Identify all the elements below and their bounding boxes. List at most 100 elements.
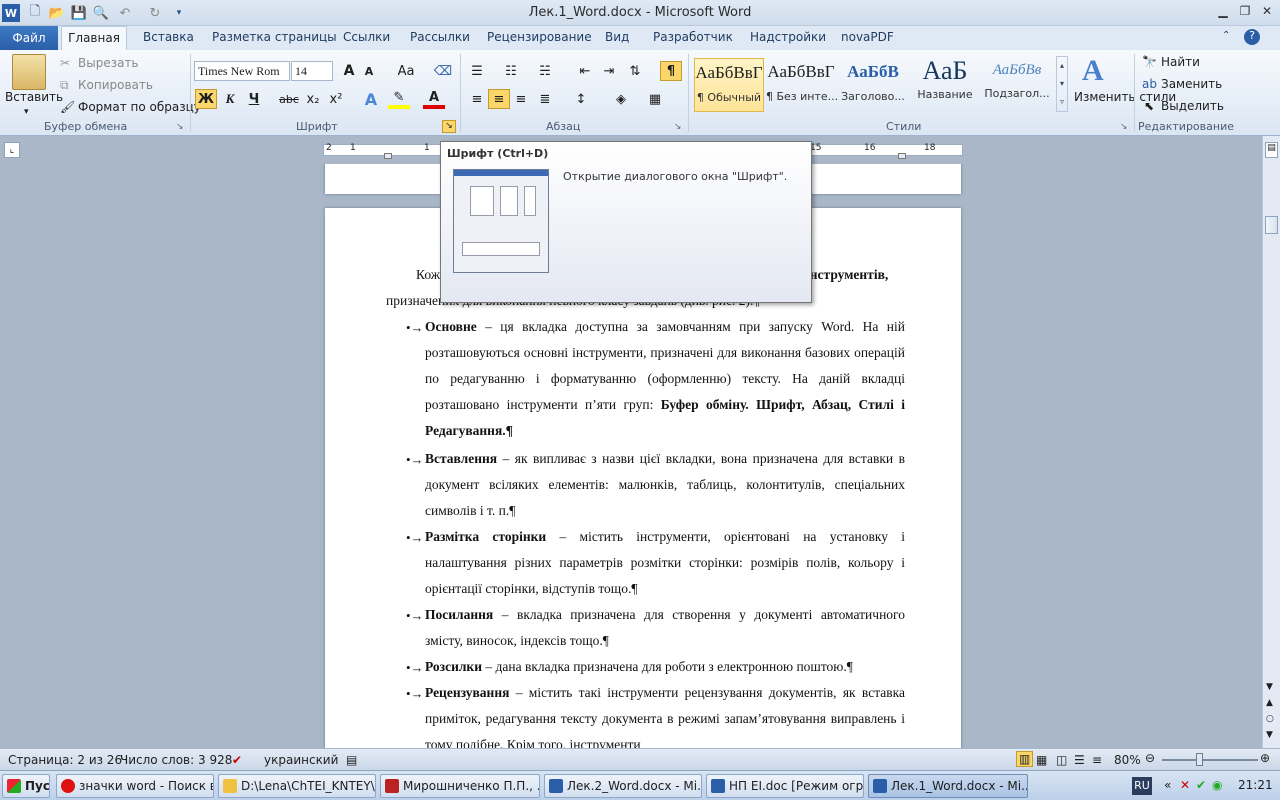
full-screen-reading-icon[interactable]: ▦ xyxy=(1036,753,1047,767)
macro-record-icon[interactable]: ▤ xyxy=(346,753,357,767)
tab-page-layout[interactable]: Разметка страницы xyxy=(212,30,337,44)
show-formatting-marks-button[interactable]: ¶ xyxy=(660,61,682,81)
cut-button[interactable]: Вырезать xyxy=(78,56,139,70)
paste-dropdown-icon[interactable]: ▾ xyxy=(24,107,29,117)
align-right-icon[interactable]: ≡ xyxy=(510,89,532,109)
start-button[interactable]: Пуск xyxy=(2,774,50,798)
zoom-level[interactable]: 80% xyxy=(1114,753,1141,767)
taskbar-item-word-np[interactable]: НП ЕІ.doc [Режим огр... xyxy=(706,774,864,798)
close-button[interactable]: ✕ xyxy=(1256,4,1278,22)
shrink-font-icon[interactable]: A xyxy=(358,61,380,81)
tab-mailings[interactable]: Рассылки xyxy=(410,30,470,44)
style-normal[interactable]: АаБбВвГ ¶ Обычный xyxy=(694,58,764,112)
help-icon[interactable]: ? xyxy=(1244,29,1260,45)
style-subtitle[interactable]: АаБбВв Подзагол... xyxy=(982,58,1052,112)
bold-button[interactable]: Ж xyxy=(195,89,217,109)
replace-icon[interactable]: ab xyxy=(1142,77,1157,91)
change-case-icon[interactable]: Aa xyxy=(392,61,420,81)
restore-button[interactable]: ❐ xyxy=(1234,4,1256,22)
taskbar-item-word-lek2[interactable]: Лек.2_Word.docx - Mi... xyxy=(544,774,702,798)
scrollbar-thumb[interactable] xyxy=(1265,216,1278,234)
style-no-spacing[interactable]: АаБбВвГ ¶ Без инте... xyxy=(766,58,838,112)
numbering-icon[interactable]: ☷ xyxy=(500,61,522,81)
font-dialog-launcher-icon[interactable]: ↘ xyxy=(442,120,456,133)
superscript-button[interactable]: x² xyxy=(325,89,347,109)
increase-indent-icon[interactable]: ⇥ xyxy=(598,61,620,81)
change-styles-icon[interactable]: A xyxy=(1082,54,1104,88)
scroll-down-icon[interactable]: ▼ xyxy=(1266,682,1273,692)
find-icon[interactable]: 🔭 xyxy=(1142,55,1157,69)
copy-button[interactable]: Копировать xyxy=(78,78,153,92)
tab-view[interactable]: Вид xyxy=(605,30,629,44)
previous-page-icon[interactable]: ▲ xyxy=(1266,698,1273,708)
tray-check-icon[interactable]: ✔ xyxy=(1196,778,1206,792)
find-button[interactable]: Найти xyxy=(1161,55,1200,69)
page-count[interactable]: Страница: 2 из 26 xyxy=(8,753,122,767)
browse-object-icon[interactable]: ○ xyxy=(1266,714,1274,724)
zoom-slider[interactable] xyxy=(1162,759,1258,761)
taskbar-item-pdf[interactable]: Мирошниченко П.П., ... xyxy=(380,774,540,798)
font-name-input[interactable]: Times New Rom xyxy=(194,61,290,81)
style-heading-1[interactable]: АаБбВ Заголово... xyxy=(838,58,908,112)
select-icon[interactable]: ⬉ xyxy=(1144,99,1154,113)
tab-selector-icon[interactable]: ⌞ xyxy=(4,142,20,158)
minimize-ribbon-icon[interactable]: ⌃ xyxy=(1222,30,1230,41)
clock[interactable]: 21:21 xyxy=(1238,778,1273,792)
tray-security-icon[interactable]: ◉ xyxy=(1212,778,1222,792)
grow-font-icon[interactable]: A xyxy=(338,61,360,81)
zoom-in-icon[interactable]: ⊕ xyxy=(1260,751,1270,765)
draft-view-icon[interactable]: ≡ xyxy=(1092,753,1102,767)
clipboard-launcher-icon[interactable]: ↘ xyxy=(176,122,184,132)
print-layout-view-icon[interactable]: ▥ xyxy=(1016,751,1034,767)
taskbar-item-word-lek1[interactable]: Лек.1_Word.docx - Mi... xyxy=(868,774,1028,798)
font-size-input[interactable]: 14 xyxy=(291,61,333,81)
format-painter-button[interactable]: Формат по образцу xyxy=(78,100,201,114)
word-count[interactable]: Число слов: 3 928 xyxy=(120,753,232,767)
next-page-icon[interactable]: ▼ xyxy=(1266,730,1273,740)
underline-button[interactable]: Ч xyxy=(243,89,265,109)
paste-button[interactable]: Вставить xyxy=(5,90,63,104)
vertical-scrollbar[interactable]: ▤ ▼ ▲ ○ ▼ xyxy=(1262,136,1280,748)
clear-formatting-icon[interactable]: ⌫ xyxy=(432,61,454,81)
tab-review[interactable]: Рецензирование xyxy=(487,30,592,44)
web-layout-icon[interactable]: ◫ xyxy=(1056,753,1067,767)
tab-home[interactable]: Главная xyxy=(61,26,127,51)
tab-developer[interactable]: Разработчик xyxy=(653,30,733,44)
bullets-icon[interactable]: ☰ xyxy=(466,61,488,81)
styles-gallery-scroll[interactable]: ▴ ▾ ▿ xyxy=(1056,56,1068,112)
shading-icon[interactable]: ◈ xyxy=(610,89,632,109)
language-indicator[interactable]: украинский xyxy=(264,753,338,767)
multilevel-list-icon[interactable]: ☵ xyxy=(534,61,556,81)
proofing-icon[interactable]: ✔ xyxy=(232,753,242,767)
replace-button[interactable]: Заменить xyxy=(1161,77,1222,91)
style-title[interactable]: АаБ Название xyxy=(910,56,980,112)
italic-button[interactable]: К xyxy=(219,89,241,109)
zoom-slider-thumb[interactable] xyxy=(1196,753,1203,766)
tab-insert[interactable]: Вставка xyxy=(143,30,194,44)
taskbar-item-opera[interactable]: значки word - Поиск в... xyxy=(56,774,214,798)
tab-novapdf[interactable]: novaPDF xyxy=(841,30,894,44)
highlight-color-icon[interactable]: ✎ xyxy=(388,89,410,109)
copy-icon[interactable]: ⧉ xyxy=(60,78,69,93)
styles-launcher-icon[interactable]: ↘ xyxy=(1120,122,1128,132)
tab-file[interactable]: Файл xyxy=(0,26,58,50)
tray-expand-icon[interactable]: « xyxy=(1164,778,1171,792)
select-button[interactable]: Выделить xyxy=(1161,99,1224,113)
language-indicator[interactable]: RU xyxy=(1132,777,1152,795)
paragraph-launcher-icon[interactable]: ↘ xyxy=(674,122,682,132)
format-painter-icon[interactable]: 🖌 xyxy=(60,100,75,114)
align-center-icon[interactable]: ≡ xyxy=(488,89,510,109)
line-spacing-icon[interactable]: ↕ xyxy=(570,89,592,109)
minimize-button[interactable]: ▁ xyxy=(1212,4,1234,22)
decrease-indent-icon[interactable]: ⇤ xyxy=(574,61,596,81)
taskbar-item-explorer[interactable]: D:\Lena\ChTEI_KNTEY\... xyxy=(218,774,376,798)
borders-icon[interactable]: ▦ xyxy=(644,89,666,109)
sort-icon[interactable]: ⇅ xyxy=(624,61,646,81)
tray-network-icon[interactable]: ✕ xyxy=(1180,778,1190,792)
tab-references[interactable]: Ссылки xyxy=(343,30,390,44)
text-effects-icon[interactable]: A xyxy=(360,89,382,109)
cut-icon[interactable]: ✂ xyxy=(60,56,70,70)
view-ruler-icon[interactable]: ▤ xyxy=(1265,142,1278,158)
justify-icon[interactable]: ≣ xyxy=(534,89,556,109)
subscript-button[interactable]: x₂ xyxy=(302,89,324,109)
